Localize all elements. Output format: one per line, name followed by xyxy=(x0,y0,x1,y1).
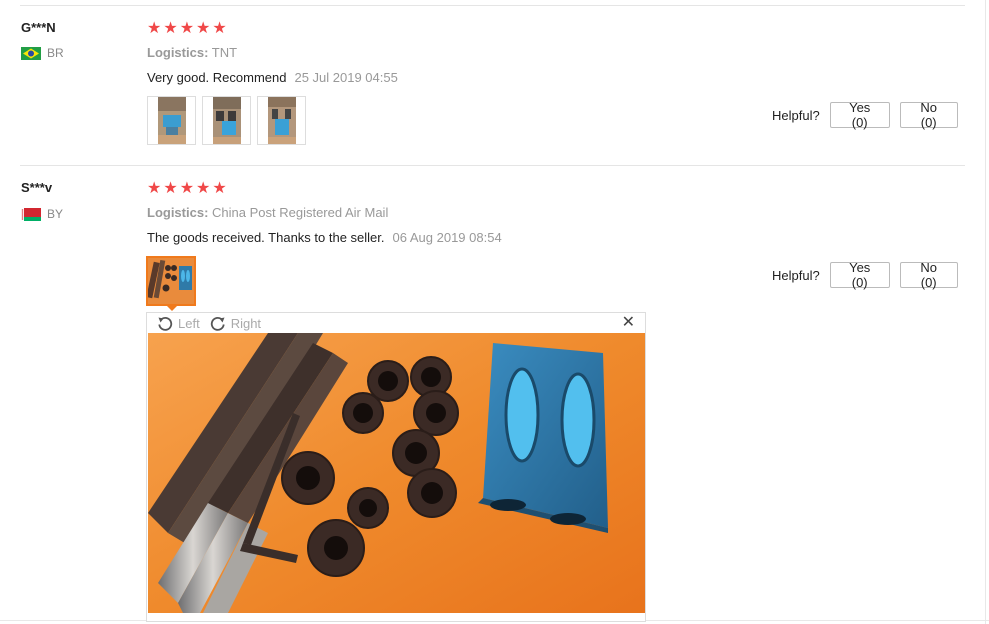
viewer-toolbar: Left Right ✕ xyxy=(147,313,645,333)
review-body: The goods received. Thanks to the seller… xyxy=(147,230,385,245)
star-icon: ★ xyxy=(163,180,178,197)
helpful-yes-button[interactable]: Yes (0) xyxy=(829,260,890,290)
star-icon: ★ xyxy=(163,20,178,37)
helpful-label: Helpful? xyxy=(772,267,820,283)
review-date: 25 Jul 2019 04:55 xyxy=(294,70,398,85)
close-icon[interactable]: ✕ xyxy=(622,314,635,332)
reviewer-name: S***v xyxy=(21,180,53,195)
rotate-right-button[interactable]: Right xyxy=(210,315,261,331)
photo-image xyxy=(212,97,241,144)
star-icon: ★ xyxy=(147,180,162,197)
reviewer-country: BR xyxy=(21,46,64,60)
photo-image xyxy=(157,97,186,144)
logistics-label: Logistics: xyxy=(147,205,209,220)
reviewer-country: BY xyxy=(21,207,63,221)
thumb-pointer xyxy=(165,304,179,311)
star-rating: ★ ★ ★ ★ ★ xyxy=(147,21,227,37)
divider xyxy=(20,165,965,166)
country-code: BR xyxy=(47,46,64,60)
logistics-value: China Post Registered Air Mail xyxy=(212,205,389,220)
enlarged-review-photo xyxy=(148,333,645,613)
star-icon: ★ xyxy=(196,20,211,37)
rotate-left-label: Left xyxy=(178,315,200,331)
review-photo-thumb-active[interactable] xyxy=(146,256,196,306)
review-photos xyxy=(147,96,306,145)
reviews-page: G***N BR ★ ★ ★ ★ ★ Logistics: TNT Very g… xyxy=(0,0,989,624)
review-text: The goods received. Thanks to the seller… xyxy=(147,230,502,245)
photo-viewer: Left Right ✕ xyxy=(146,312,646,622)
review-body: Very good. Recommend xyxy=(147,70,287,85)
review-photo-thumb[interactable] xyxy=(202,96,251,145)
star-icon: ★ xyxy=(196,180,211,197)
review-photo-thumb[interactable] xyxy=(257,96,306,145)
logistics-value: TNT xyxy=(211,45,238,60)
helpful-vote: Helpful? Yes (0) No (0) xyxy=(772,260,958,290)
logistics-label: Logistics: xyxy=(147,45,209,60)
star-icon: ★ xyxy=(212,20,227,37)
star-icon: ★ xyxy=(212,180,227,197)
rotate-right-icon xyxy=(210,316,225,331)
star-rating: ★ ★ ★ ★ ★ xyxy=(147,181,227,197)
star-icon: ★ xyxy=(147,20,162,37)
review-text: Very good. Recommend 25 Jul 2019 04:55 xyxy=(147,70,398,85)
brazil-flag-icon xyxy=(21,46,41,60)
country-code: BY xyxy=(47,207,64,221)
rotate-left-icon xyxy=(158,316,173,331)
photo-image xyxy=(267,97,296,144)
helpful-yes-button[interactable]: Yes (0) xyxy=(829,100,890,130)
star-icon: ★ xyxy=(179,180,195,197)
reviewer-name: G***N xyxy=(21,20,56,35)
logistics-info: Logistics: TNT xyxy=(147,45,237,60)
page-right-border xyxy=(985,0,986,624)
star-icon: ★ xyxy=(179,20,195,37)
helpful-vote: Helpful? Yes (0) No (0) xyxy=(772,100,958,130)
rotate-left-button[interactable]: Left xyxy=(157,315,200,331)
helpful-no-button[interactable]: No (0) xyxy=(899,260,958,290)
helpful-label: Helpful? xyxy=(772,107,820,123)
logistics-info: Logistics: China Post Registered Air Mai… xyxy=(147,205,388,220)
helpful-no-button[interactable]: No (0) xyxy=(899,100,958,130)
divider xyxy=(20,5,965,6)
review-date: 06 Aug 2019 08:54 xyxy=(392,230,502,245)
rotate-right-label: Right xyxy=(230,315,262,331)
belarus-flag-icon xyxy=(21,207,41,221)
review-photo-thumb[interactable] xyxy=(147,96,196,145)
